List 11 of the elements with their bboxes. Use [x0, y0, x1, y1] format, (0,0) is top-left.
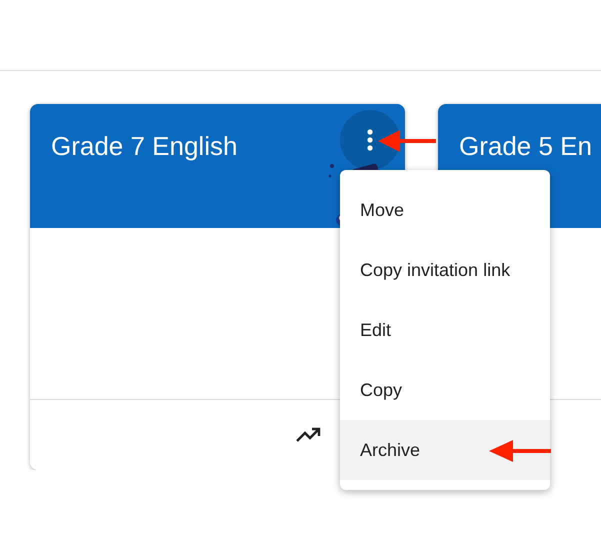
annotation-arrow: [378, 128, 436, 154]
class-title[interactable]: Grade 7 English: [51, 131, 238, 161]
menu-item[interactable]: Copy: [340, 360, 550, 420]
annotation-arrow: [489, 438, 551, 464]
menu-item[interactable]: Archive: [340, 420, 550, 480]
menu-item[interactable]: Copy invitation link: [340, 240, 550, 300]
menu-item[interactable]: Move: [340, 180, 550, 240]
menu-item[interactable]: Edit: [340, 300, 550, 360]
trending-up-icon[interactable]: [296, 427, 322, 443]
class-title[interactable]: Grade 5 En: [459, 131, 592, 161]
more-vertical-icon: [367, 129, 373, 151]
